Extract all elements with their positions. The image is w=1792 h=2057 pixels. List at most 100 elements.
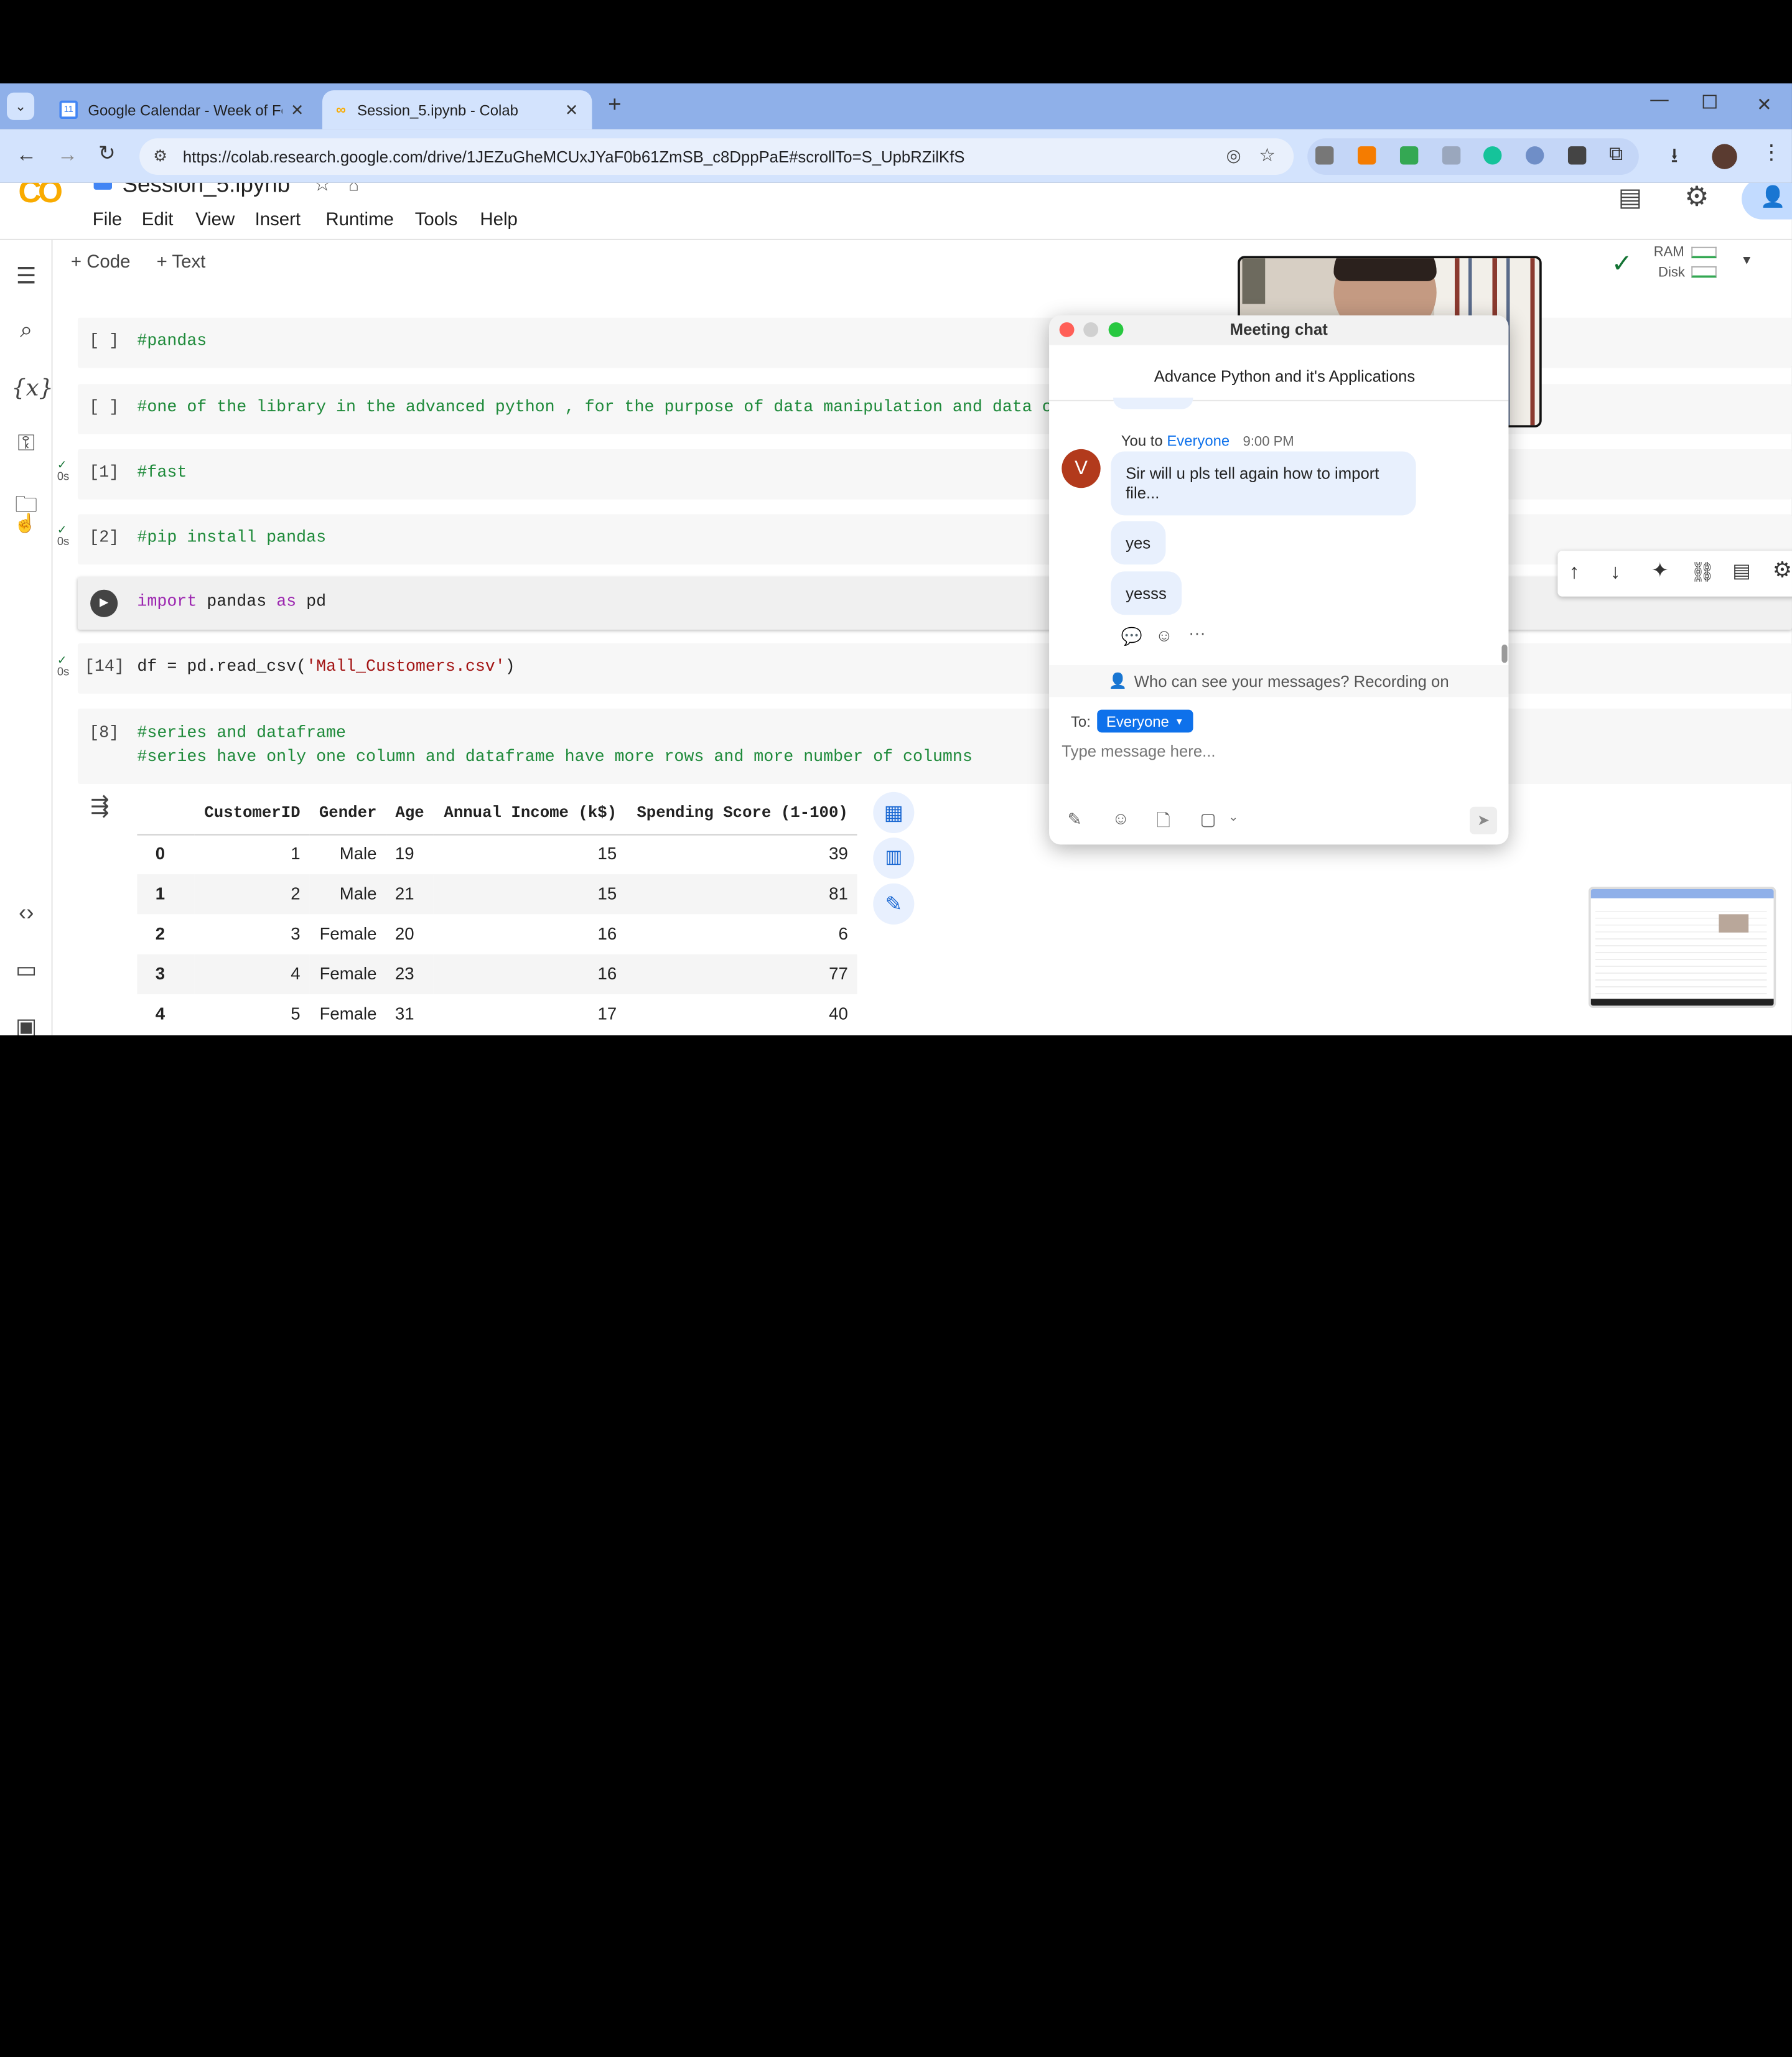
more-options-icon[interactable]: ··· xyxy=(1188,624,1206,643)
tracking-eye-icon[interactable]: ◎ xyxy=(1226,145,1241,166)
bookmark-star-icon[interactable]: ☆ xyxy=(1259,144,1275,167)
cell-status: ✓ 0s xyxy=(57,459,70,483)
send-icon[interactable]: ➤ xyxy=(1469,806,1498,834)
code-cell[interactable] xyxy=(77,514,1792,565)
cell-code-line[interactable]: #series have only one column and datafra… xyxy=(137,749,972,767)
menu-help[interactable]: Help xyxy=(480,210,517,231)
add-code-button[interactable]: + Code xyxy=(71,253,131,273)
output-options-icon[interactable]: ⇶ xyxy=(90,792,110,821)
screenshot-icon[interactable]: ▢ xyxy=(1200,809,1216,829)
menu-edit[interactable]: Edit xyxy=(142,210,174,231)
extension-edge-icon[interactable] xyxy=(1525,146,1544,165)
chat-message[interactable]: Sir will u pls tell again how to import … xyxy=(1111,451,1416,516)
terminal-icon[interactable]: ▣ xyxy=(11,1012,41,1035)
execution-count: [8] xyxy=(89,724,119,743)
extension-cube-icon[interactable] xyxy=(1315,146,1334,165)
privacy-notice-bar[interactable]: 👤 Who can see your messages? Recording o… xyxy=(1049,665,1509,697)
move-up-icon[interactable]: ↑ xyxy=(1569,560,1580,584)
active-code-cell[interactable] xyxy=(77,577,1792,630)
menu-insert[interactable]: Insert xyxy=(255,210,301,231)
command-palette-icon[interactable]: ▭ xyxy=(11,955,41,985)
share-outline-icon[interactable]: ⌂ xyxy=(348,183,359,195)
menu-runtime[interactable]: Runtime xyxy=(325,210,393,231)
recipient-link[interactable]: Everyone xyxy=(1167,432,1230,449)
address-field[interactable]: ⚙ https://colab.research.google.com/driv… xyxy=(139,138,1294,175)
cell-code[interactable]: df = pd.read_csv('Mall_Customers.csv') xyxy=(137,658,515,676)
code-cell[interactable] xyxy=(77,449,1792,500)
table-cell: 15 xyxy=(433,874,626,915)
close-tab-icon[interactable]: ✕ xyxy=(565,100,579,119)
reload-icon[interactable]: ↻ xyxy=(98,142,116,166)
secrets-key-icon[interactable]: ⚿ xyxy=(11,431,41,460)
add-text-button[interactable]: + Text xyxy=(157,253,206,273)
extension-tag-icon[interactable] xyxy=(1567,146,1587,165)
message-input[interactable]: Type message here... xyxy=(1062,742,1215,760)
resources-dropdown-icon[interactable]: ▼ xyxy=(1740,254,1753,268)
add-reaction-icon[interactable]: ☺ xyxy=(1155,627,1173,646)
screenshot-options-icon[interactable]: ⌄ xyxy=(1228,811,1238,824)
ram-bar xyxy=(1691,246,1717,259)
cell-settings-icon[interactable]: ⚙ xyxy=(1773,557,1792,584)
column-header: Spending Score (1-100) xyxy=(625,793,857,835)
menu-tools[interactable]: Tools xyxy=(415,210,458,231)
comments-icon[interactable]: ▤ xyxy=(1618,183,1642,213)
chat-scrollbar[interactable] xyxy=(1501,644,1508,663)
chat-message[interactable]: yesss xyxy=(1111,571,1182,615)
screen-share-thumbnail[interactable] xyxy=(1589,887,1776,1008)
cell-code-line[interactable]: #series and dataframe xyxy=(137,724,346,742)
recipient-dropdown[interactable]: Everyone ▼ xyxy=(1097,709,1193,733)
run-cell-button[interactable]: ▶ xyxy=(90,589,118,617)
extensions-puzzle-icon[interactable]: ⧉ xyxy=(1609,143,1623,166)
extension-orange-icon[interactable] xyxy=(1357,146,1376,165)
share-button[interactable]: 👤 xyxy=(1742,182,1792,220)
download-icon[interactable]: ⭳ xyxy=(1671,142,1678,176)
generate-code-icon[interactable]: ✎ xyxy=(873,883,915,925)
file-icon[interactable]: 🗋 xyxy=(1157,809,1170,837)
table-of-contents-icon[interactable]: ☰ xyxy=(11,262,41,292)
variables-icon[interactable]: {x} xyxy=(11,374,53,404)
format-text-icon[interactable]: ✎ xyxy=(1067,809,1081,829)
close-window-icon[interactable]: ✕ xyxy=(1757,94,1772,117)
cell-code[interactable]: #pip install pandas xyxy=(137,529,326,547)
forward-icon[interactable]: → xyxy=(57,143,78,167)
restore-icon[interactable] xyxy=(1702,95,1717,109)
emoji-icon[interactable]: ☺ xyxy=(1112,809,1129,828)
link-icon[interactable]: ⛓ xyxy=(1690,561,1715,584)
settings-gear-icon[interactable]: ⚙ xyxy=(1684,183,1709,214)
code-snippets-icon[interactable]: ‹› xyxy=(11,900,41,930)
extension-pen-icon[interactable] xyxy=(1442,146,1461,165)
table-cell: 1 xyxy=(291,844,301,865)
extension-grammarly-icon[interactable] xyxy=(1483,146,1502,165)
cell-code[interactable]: #one of the library in the advanced pyth… xyxy=(137,399,1062,417)
comment-icon[interactable]: ▤ xyxy=(1732,560,1751,583)
minimize-icon[interactable]: — xyxy=(1650,90,1668,111)
star-icon[interactable]: ☆ xyxy=(313,183,332,197)
colab-logo[interactable]: CO xyxy=(18,183,63,210)
notebook-title[interactable]: Session_5.ipynb xyxy=(123,183,291,199)
menu-file[interactable]: File xyxy=(93,210,122,231)
tab-google-calendar[interactable]: 11 Google Calendar - Week of Feb ✕ xyxy=(45,90,317,129)
gemini-sparkle-icon[interactable]: ✦ xyxy=(1651,559,1669,583)
new-tab-button[interactable]: + xyxy=(608,93,621,119)
suggest-charts-icon[interactable]: ▥ xyxy=(873,837,915,879)
search-icon[interactable]: ⌕ xyxy=(11,318,41,348)
back-icon[interactable]: ← xyxy=(16,143,37,167)
move-down-icon[interactable]: ↓ xyxy=(1610,560,1621,584)
close-tab-icon[interactable]: ✕ xyxy=(291,100,304,119)
browser-menu-icon[interactable]: ⋮ xyxy=(1761,141,1781,165)
url-text: https://colab.research.google.com/drive/… xyxy=(182,147,965,166)
code-cell[interactable] xyxy=(77,708,1792,784)
cell-code[interactable]: #pandas xyxy=(137,332,207,350)
tab-colab[interactable]: ∞ Session_5.ipynb - Colab ✕ xyxy=(322,90,592,129)
tab-search-button[interactable]: ⌄ xyxy=(7,92,35,120)
profile-avatar[interactable] xyxy=(1712,144,1737,169)
menu-view[interactable]: View xyxy=(195,210,235,231)
convert-to-interactive-table-icon[interactable]: ▦ xyxy=(873,791,915,833)
extension-google-icon[interactable] xyxy=(1399,146,1419,165)
cell-code[interactable]: import pandas as pd xyxy=(137,593,326,611)
chat-message[interactable]: yes xyxy=(1111,521,1166,565)
table-cell: 21 xyxy=(386,874,434,915)
site-info-icon[interactable]: ⚙ xyxy=(153,146,167,166)
cell-code[interactable]: #fast xyxy=(137,464,187,482)
reply-icon[interactable]: 💬 xyxy=(1121,627,1142,646)
